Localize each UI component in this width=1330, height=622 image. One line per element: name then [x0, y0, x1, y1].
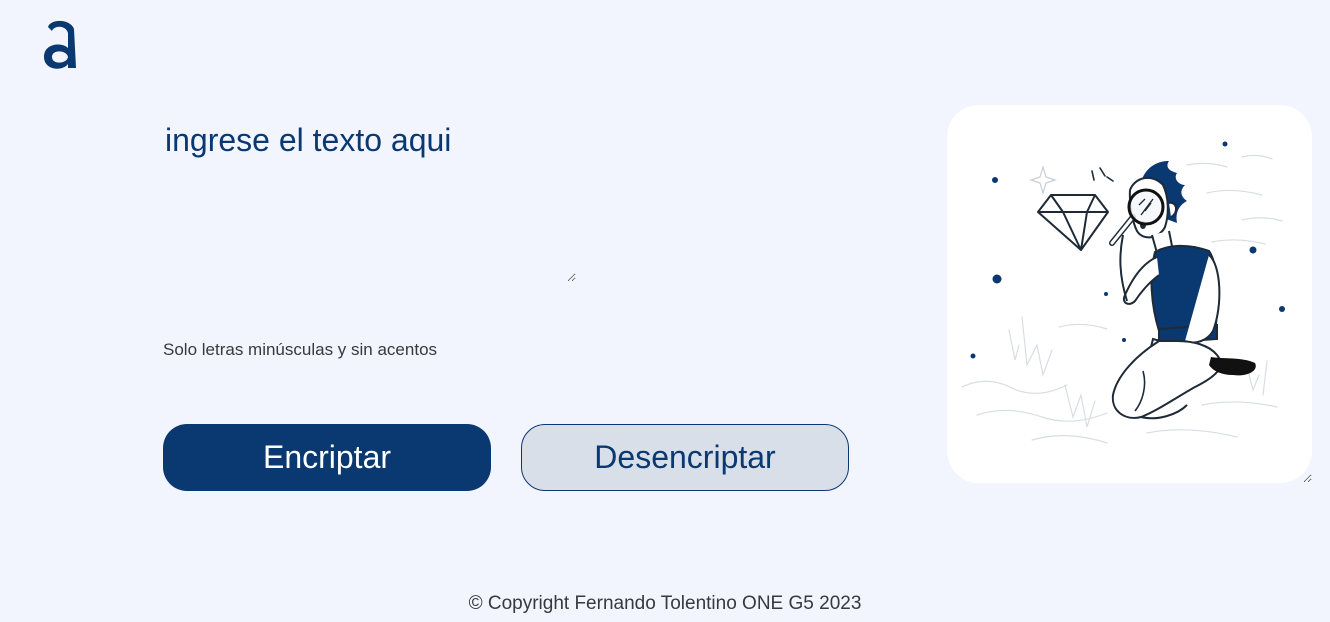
output-panel[interactable] [947, 105, 1312, 483]
encrypt-button[interactable]: Encriptar [163, 424, 491, 491]
hint-text: Solo letras minúsculas y sin acentos [163, 340, 438, 359]
alura-logo-icon [40, 18, 80, 74]
decrypt-button[interactable]: Desencriptar [521, 424, 849, 491]
person-with-magnifying-glass-illustration [961, 141, 1285, 444]
text-input[interactable] [163, 118, 576, 282]
copyright-footer: © Copyright Fernando Tolentino ONE G5 20… [468, 593, 862, 614]
